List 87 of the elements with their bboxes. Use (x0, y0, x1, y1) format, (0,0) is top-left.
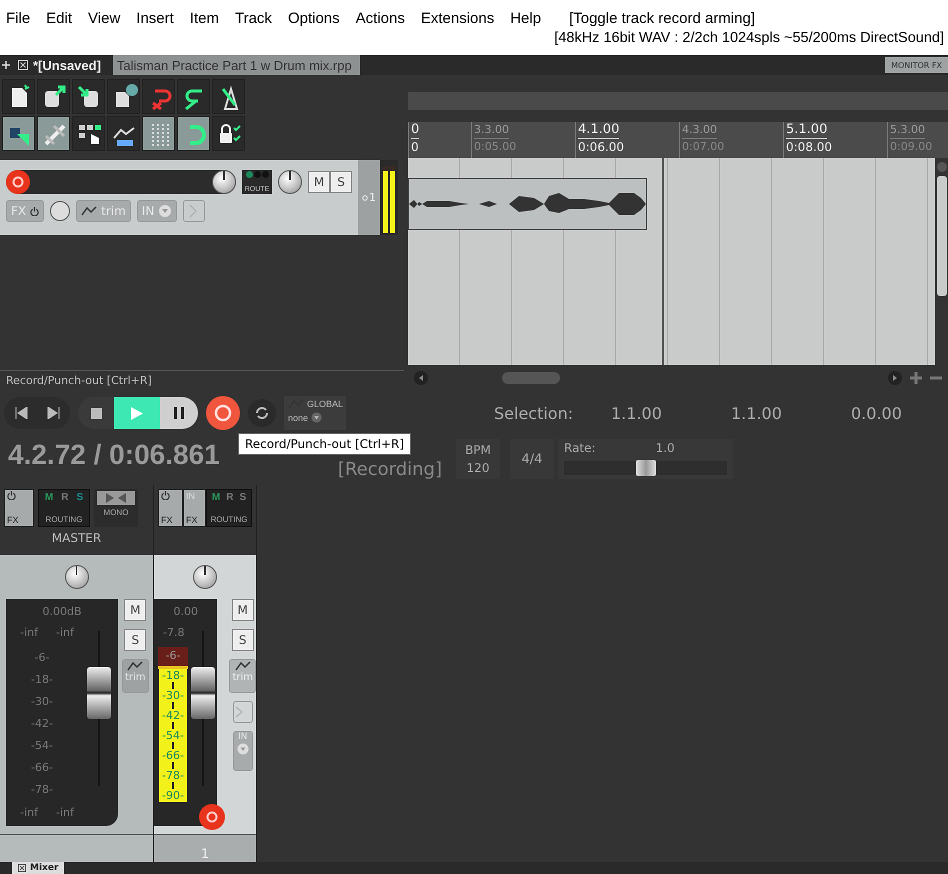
bpm-box[interactable]: BPM 120 (456, 439, 500, 479)
time-label: 0 (411, 139, 419, 155)
rate-value: 1.0 (656, 441, 675, 455)
menu-item[interactable]: File (6, 10, 30, 26)
play-state: [Recording] (338, 459, 442, 480)
scale-label: -18- (161, 669, 185, 682)
menu-item[interactable]: Extensions (420, 10, 494, 26)
solo-button[interactable]: S (232, 629, 254, 651)
time-label: 0:08.00 (786, 139, 832, 155)
status-text: Record/Punch-out [Ctrl+R] (0, 370, 404, 393)
scale-label: -54- (161, 729, 185, 742)
mute-button[interactable]: M (232, 599, 254, 621)
mono-button[interactable]: MONO (94, 489, 138, 527)
scale-label: -6- (164, 649, 182, 662)
time-label: 0:09.00 (890, 139, 932, 155)
scale-label: -30- (161, 689, 185, 702)
routing-button[interactable]: M R S ROUTING (38, 489, 90, 527)
menu-item[interactable]: Actions (356, 10, 405, 26)
track-number: 1 (200, 847, 210, 862)
selection-label: Selection: (494, 404, 574, 422)
scale-label: -42- (31, 717, 53, 730)
selection-start: 1.1.00 (611, 404, 663, 422)
action-hint: [Toggle track record arming] (569, 10, 755, 26)
tooltip: Record/Punch-out [Ctrl+R] (238, 433, 412, 455)
routing-letter: R (226, 492, 234, 503)
routing-label: ROUTING (210, 515, 248, 524)
time-signature[interactable]: 4/4 (510, 439, 554, 479)
selection-length: 0.0.00 (851, 404, 903, 422)
peak-readout: -7.8 (162, 626, 184, 639)
menu-item[interactable]: View (88, 10, 120, 26)
routing-letter: M (44, 492, 54, 503)
solo-button[interactable]: S (124, 629, 146, 651)
menu-item[interactable]: Track (234, 10, 272, 26)
routing-label: ROUTING (46, 515, 82, 524)
scale-label: -66- (161, 749, 185, 762)
scale-label: -54- (31, 739, 53, 752)
menu-item[interactable]: Item (190, 10, 219, 26)
scale-label: -90- (161, 789, 185, 802)
time-label: 0:07.00 (682, 139, 724, 155)
floor-readout: -inf (56, 806, 74, 819)
menu-item[interactable]: Insert (136, 10, 174, 26)
master-fx-button[interactable]: FX (4, 489, 34, 527)
bar-label: 4.1.00 (578, 122, 620, 139)
volume-readout: 0.00 (173, 605, 198, 618)
position-display: 4.2.72 / 0:06.861 (8, 439, 220, 471)
automation-mode-button[interactable]: GLOBAL none (284, 396, 346, 430)
time-label: 0:06.00 (578, 139, 624, 155)
scale-label: -66- (31, 761, 53, 774)
scale-label: -6- (34, 651, 50, 664)
routing-letter: S (240, 492, 246, 503)
menu-item[interactable]: Help (510, 10, 542, 26)
bar-label: 3.3.00 (474, 122, 509, 139)
monitor-fx-button[interactable]: MONITOR FX (885, 57, 948, 73)
mute-button[interactable]: M (308, 171, 330, 193)
rate-label: Rate: (564, 441, 596, 455)
volume-readout: 0.00dB (42, 605, 82, 618)
scale-label: -30- (31, 695, 53, 708)
bar-label: 4.3.00 (682, 122, 717, 139)
bpm-value: 120 (466, 461, 490, 475)
bar-label: 0 (411, 122, 420, 139)
routing-letter: M (212, 492, 220, 503)
scale-label: -18- (31, 673, 53, 686)
menu-item[interactable]: Options (288, 10, 340, 26)
scale-label: -78- (161, 769, 185, 782)
time-label: 0:05.00 (474, 139, 516, 155)
bar-label: 5.1.00 (786, 122, 828, 139)
solo-button[interactable]: S (330, 171, 352, 193)
mixer-tab[interactable]: Mixer (12, 862, 64, 874)
peak-readout: -inf (20, 626, 38, 639)
bar-label: 5.3.00 (890, 122, 925, 139)
mute-button[interactable]: M (124, 599, 146, 621)
routing-letter: S (76, 492, 84, 503)
bpm-label: BPM (465, 443, 491, 457)
floor-readout: -inf (20, 806, 38, 819)
scale-label: -42- (161, 709, 185, 722)
selection-end: 1.1.00 (731, 404, 783, 422)
master-label: MASTER (50, 531, 102, 545)
scale-label: -78- (31, 783, 53, 796)
routing-letter: R (61, 492, 68, 503)
audio-status: [48kHz 16bit WAV : 2/2ch 1024spls ~55/200ms DirectSound] (553, 30, 944, 46)
project-tab[interactable]: Talisman Practice Part 1 w Drum mix.rpp (112, 55, 360, 75)
peak-readout: -inf (56, 626, 74, 639)
routing-button[interactable]: M R S ROUTING (206, 489, 252, 527)
track-fx-button[interactable]: FX (158, 489, 183, 527)
menu-item[interactable]: Edit (46, 10, 72, 26)
track-number: 1 (369, 191, 376, 204)
time-signature-value: 4/4 (522, 452, 542, 466)
